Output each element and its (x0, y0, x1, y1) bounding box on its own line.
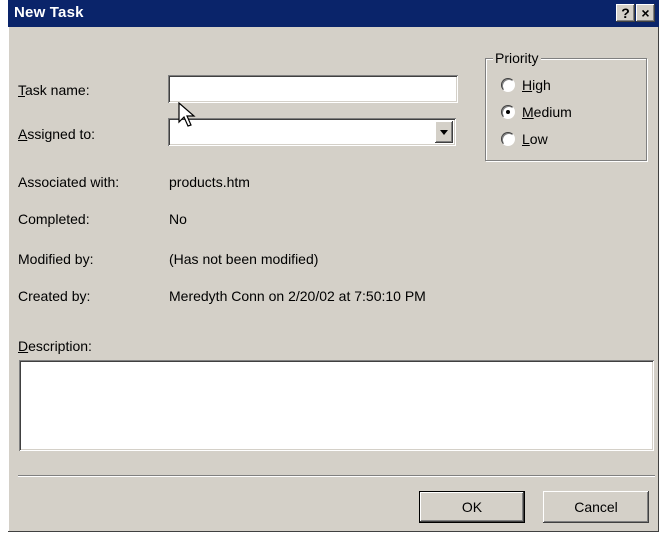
description-textarea[interactable] (19, 360, 654, 451)
associated-with-value: products.htm (169, 174, 250, 190)
priority-group: Priority High Medium Low (485, 50, 647, 161)
radio-button[interactable] (501, 132, 515, 146)
separator (18, 475, 655, 477)
modified-by-value: (Has not been modified) (169, 251, 319, 267)
description-label: Description: (18, 338, 92, 354)
created-by-label: Created by: (18, 288, 91, 304)
ok-button[interactable]: OK (419, 491, 525, 523)
radio-dot-icon (506, 110, 510, 114)
task-name-input[interactable] (168, 75, 458, 103)
task-name-label: Task name: (18, 82, 90, 98)
mouse-pointer-icon (178, 102, 196, 127)
dropdown-button[interactable] (435, 121, 453, 143)
modified-by-label: Modified by: (18, 251, 94, 267)
associated-with-label: Associated with: (18, 174, 120, 190)
assigned-to-select[interactable] (168, 118, 456, 146)
radio-button[interactable] (501, 78, 515, 92)
new-task-dialog: New Task ? × Task name: Assigned to: Ass… (8, 0, 659, 532)
title-bar[interactable]: New Task ? × (8, 0, 659, 27)
assigned-to-label: Assigned to: (18, 126, 96, 142)
help-icon: ? (621, 5, 630, 21)
chevron-down-icon (440, 130, 448, 135)
window-title: New Task (14, 4, 84, 21)
completed-value: No (169, 211, 187, 227)
created-by-value: Meredyth Conn on 2/20/02 at 7:50:10 PM (169, 288, 426, 304)
close-icon: × (641, 5, 650, 21)
completed-label: Completed: (18, 211, 90, 227)
help-button[interactable]: ? (616, 4, 635, 22)
radio-button-selected[interactable] (501, 105, 515, 119)
priority-legend: Priority (493, 50, 541, 66)
cancel-button[interactable]: Cancel (543, 491, 649, 523)
close-button[interactable]: × (636, 4, 655, 22)
